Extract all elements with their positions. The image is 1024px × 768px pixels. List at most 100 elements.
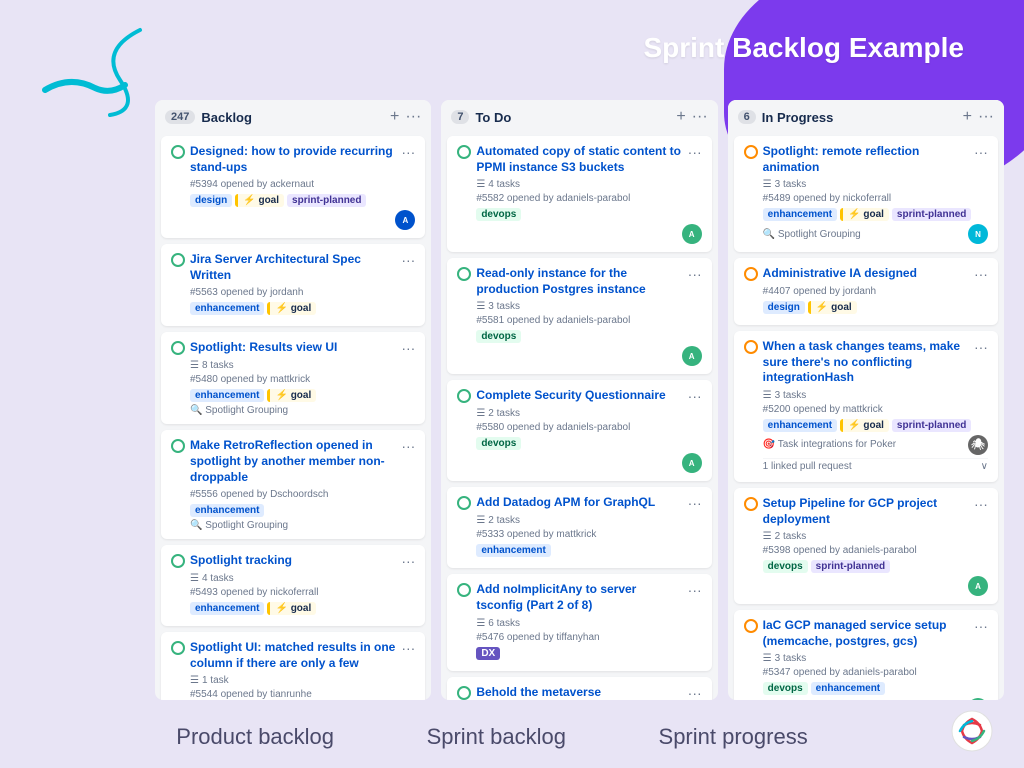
card-tasks: ☰ 3 tasks: [763, 179, 988, 190]
card-backlog-6: Spotlight UI: matched results in one col…: [161, 632, 425, 700]
card-inprogress-2: Administrative IA designed ··· #4407 ope…: [734, 258, 998, 325]
card-avatar: A: [682, 224, 702, 244]
card-footer: A: [763, 576, 988, 596]
card-status-icon: [457, 686, 471, 700]
add-icon[interactable]: +: [676, 108, 685, 126]
backlog-actions[interactable]: + ···: [390, 108, 421, 126]
tag-enhancement: enhancement: [811, 682, 885, 695]
columns-wrapper: 247 Backlog + ··· Designed: how to provi…: [155, 100, 1004, 700]
card-title[interactable]: Read-only instance for the production Po…: [476, 266, 683, 297]
card-title[interactable]: Spotlight UI: matched results in one col…: [190, 640, 397, 671]
linked-pr[interactable]: 1 linked pull request ∨: [763, 458, 988, 474]
card-title[interactable]: Spotlight: remote reflection animation: [763, 144, 970, 175]
inprogress-title: In Progress: [762, 110, 963, 125]
card-backlog-4: Make RetroReflection opened in spotlight…: [161, 430, 425, 539]
card-title[interactable]: Designed: how to provide recurring stand…: [190, 144, 397, 175]
card-status-icon: [744, 267, 758, 281]
column-header-inprogress: 6 In Progress + ···: [728, 100, 1004, 132]
card-menu-icon[interactable]: ···: [684, 685, 702, 700]
todo-count: 7: [451, 110, 469, 124]
tag-goal: ⚡ goal: [808, 301, 857, 314]
todo-body: Automated copy of static content to PPMI…: [441, 132, 717, 700]
card-meta: #5394 opened by ackernaut: [190, 179, 415, 190]
add-icon[interactable]: +: [963, 108, 972, 126]
card-tasks: ☰ 3 tasks: [763, 653, 988, 664]
card-tasks: ☰ 2 tasks: [476, 408, 701, 419]
tag-sprint-planned: sprint-planned: [892, 419, 971, 432]
card-tags: enhancement ⚡ goal: [190, 602, 415, 615]
card-status-icon: [171, 253, 185, 267]
todo-actions[interactable]: + ···: [676, 108, 707, 126]
more-icon[interactable]: ···: [405, 108, 421, 126]
inprogress-actions[interactable]: + ···: [963, 108, 994, 126]
card-status-icon: [171, 641, 185, 655]
tag-design: design: [190, 194, 232, 207]
card-title[interactable]: Spotlight: Results view UI: [190, 340, 397, 356]
card-title[interactable]: Complete Security Questionnaire: [476, 388, 683, 404]
tag-enhancement: enhancement: [476, 544, 550, 557]
card-backlog-1: Designed: how to provide recurring stand…: [161, 136, 425, 238]
card-menu-icon[interactable]: ···: [397, 438, 415, 454]
card-title[interactable]: Jira Server Architectural Spec Written: [190, 252, 397, 283]
card-status-icon: [744, 340, 758, 354]
more-icon[interactable]: ···: [692, 108, 708, 126]
card-status-icon: [457, 583, 471, 597]
card-tasks: ☰ 4 tasks: [476, 179, 701, 190]
card-status-icon: [744, 497, 758, 511]
card-title[interactable]: When a task changes teams, make sure the…: [763, 339, 970, 386]
card-tasks: ☰ 2 tasks: [763, 531, 988, 542]
card-meta: #5480 opened by mattkrick: [190, 374, 415, 385]
card-title[interactable]: Spotlight tracking: [190, 553, 397, 569]
card-title[interactable]: Add noImplicitAny to server tsconfig (Pa…: [476, 582, 683, 613]
card-tasks: ☰ 3 tasks: [763, 390, 988, 401]
card-avatar: A: [395, 210, 415, 230]
card-title[interactable]: Setup Pipeline for GCP project deploymen…: [763, 496, 970, 527]
card-menu-icon[interactable]: ···: [684, 266, 702, 282]
card-menu-icon[interactable]: ···: [397, 340, 415, 356]
card-title[interactable]: Behold the metaverse: [476, 685, 683, 700]
card-grouping: 🔍 Spotlight Grouping: [763, 229, 861, 240]
card-status-icon: [457, 389, 471, 403]
card-menu-icon[interactable]: ···: [684, 388, 702, 404]
tag-enhancement: enhancement: [190, 389, 264, 402]
card-menu-icon[interactable]: ···: [397, 144, 415, 160]
card-menu-icon[interactable]: ···: [970, 339, 988, 355]
card-menu-icon[interactable]: ···: [684, 582, 702, 598]
card-footer: A: [190, 210, 415, 230]
card-menu-icon[interactable]: ···: [684, 144, 702, 160]
card-menu-icon[interactable]: ···: [970, 618, 988, 634]
add-icon[interactable]: +: [390, 108, 399, 126]
card-menu-icon[interactable]: ···: [970, 144, 988, 160]
card-meta: #4407 opened by jordanh: [763, 286, 988, 297]
card-title[interactable]: Make RetroReflection opened in spotlight…: [190, 438, 397, 485]
card-menu-icon[interactable]: ···: [970, 496, 988, 512]
card-tags: devops sprint-planned: [763, 560, 988, 573]
card-menu-icon[interactable]: ···: [684, 495, 702, 511]
card-menu-icon[interactable]: ···: [970, 266, 988, 282]
card-tags: enhancement: [190, 504, 415, 517]
card-title[interactable]: Administrative IA designed: [763, 266, 970, 282]
card-meta: #5582 opened by adaniels-parabol: [476, 193, 701, 204]
tag-design: design: [763, 301, 805, 314]
card-title[interactable]: Add Datadog APM for GraphQL: [476, 495, 683, 511]
teal-mark-decoration: [40, 70, 130, 100]
card-menu-icon[interactable]: ···: [397, 640, 415, 656]
card-meta: #5563 opened by jordanh: [190, 287, 415, 298]
column-backlog: 247 Backlog + ··· Designed: how to provi…: [155, 100, 431, 700]
card-inprogress-3: When a task changes teams, make sure the…: [734, 331, 998, 482]
card-tags: enhancement ⚡ goal: [190, 302, 415, 315]
card-meta: #5333 opened by mattkrick: [476, 529, 701, 540]
card-title[interactable]: IaC GCP managed service setup (memcache,…: [763, 618, 970, 649]
card-menu-icon[interactable]: ···: [397, 553, 415, 569]
card-todo-5: Add noImplicitAny to server tsconfig (Pa…: [447, 574, 711, 670]
card-status-icon: [171, 341, 185, 355]
card-menu-icon[interactable]: ···: [397, 252, 415, 268]
backlog-body: Designed: how to provide recurring stand…: [155, 132, 431, 700]
more-icon[interactable]: ···: [978, 108, 994, 126]
card-title[interactable]: Automated copy of static content to PPMI…: [476, 144, 683, 175]
card-grouping: 🔍 Spotlight Grouping: [190, 520, 415, 531]
card-tags: DX: [476, 647, 701, 660]
card-backlog-5: Spotlight tracking ··· ☰ 4 tasks #5493 o…: [161, 545, 425, 626]
card-meta: #5489 opened by nickoferrall: [763, 193, 988, 204]
card-footer: A: [476, 224, 701, 244]
